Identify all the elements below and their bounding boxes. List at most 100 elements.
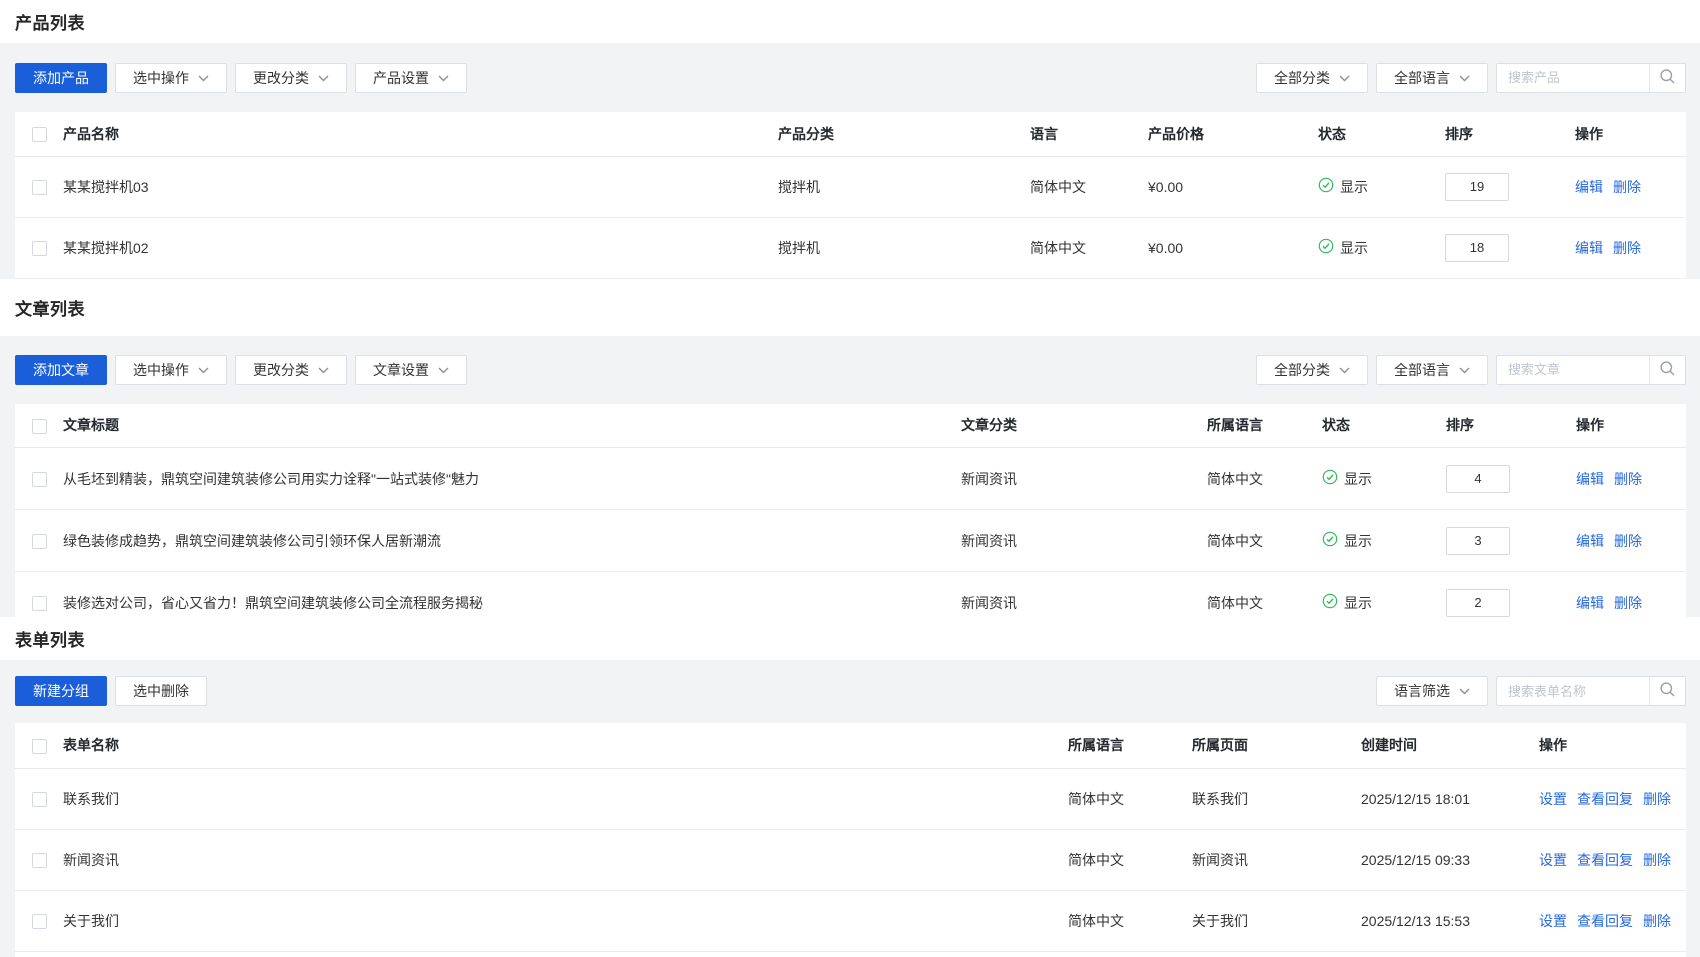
forms-filter-language-dropdown[interactable]: 语言筛选 (1376, 676, 1488, 706)
table-row: 绿色装修成趋势，鼎筑空间建筑装修公司引领环保人居新潮流 新闻资讯 简体中文 显示… (15, 510, 1686, 572)
edit-link[interactable]: 编辑 (1576, 595, 1604, 611)
articles-search (1496, 355, 1686, 385)
settings-link[interactable]: 设置 (1539, 791, 1567, 807)
delete-link[interactable]: 删除 (1613, 179, 1641, 195)
articles-settings-dropdown[interactable]: 文章设置 (355, 355, 467, 385)
delete-link[interactable]: 删除 (1643, 852, 1671, 868)
products-title: 产品列表 (15, 9, 85, 34)
delete-link[interactable]: 删除 (1643, 791, 1671, 807)
forms-toolbar: 新建分组 选中删除 语言筛选 (15, 660, 1686, 723)
row-checkbox[interactable] (32, 472, 47, 487)
form-language: 简体中文 (1060, 769, 1184, 830)
row-checkbox[interactable] (32, 792, 47, 807)
articles-section-header: 文章列表 (0, 279, 1700, 336)
products-batch-actions-dropdown[interactable]: 选中操作 (115, 63, 227, 93)
chevron-down-icon (318, 75, 329, 82)
status-badge: 显示 (1322, 531, 1372, 551)
articles-filter-category-dropdown[interactable]: 全部分类 (1256, 355, 1368, 385)
add-article-button[interactable]: 添加文章 (15, 355, 107, 385)
delete-link[interactable]: 删除 (1614, 595, 1642, 611)
sort-order-input[interactable] (1446, 589, 1510, 617)
sort-order-input[interactable] (1445, 173, 1509, 201)
article-category: 新闻资讯 (953, 572, 1199, 617)
view-replies-link[interactable]: 查看回复 (1577, 791, 1633, 807)
form-created-time: 2025/12/15 18:01 (1353, 769, 1531, 830)
select-all-checkbox[interactable] (32, 739, 47, 754)
articles-search-input[interactable] (1497, 362, 1649, 377)
products-toolbar-filters: 全部分类 全部语言 (1256, 63, 1686, 93)
delete-link[interactable]: 删除 (1614, 533, 1642, 549)
forms-search-button[interactable] (1649, 677, 1685, 705)
select-all-checkbox[interactable] (32, 127, 47, 142)
add-product-button[interactable]: 添加产品 (15, 63, 107, 93)
form-page: 新闻资讯 (1184, 830, 1353, 891)
products-filter-language-dropdown[interactable]: 全部语言 (1376, 63, 1488, 93)
row-checkbox[interactable] (32, 180, 47, 195)
delete-link[interactable]: 删除 (1614, 471, 1642, 487)
products-panel: 添加产品 选中操作 更改分类 产品设置 全部分类 全部语言 (0, 43, 1700, 279)
settings-link[interactable]: 设置 (1539, 852, 1567, 868)
chevron-down-icon (1339, 75, 1350, 82)
forms-table: 表单名称 所属语言 所属页面 创建时间 操作 联系我们 简体中文 联系我们 20… (15, 723, 1686, 957)
articles-batch-actions-dropdown[interactable]: 选中操作 (115, 355, 227, 385)
article-category: 新闻资讯 (953, 448, 1199, 510)
edit-link[interactable]: 编辑 (1576, 471, 1604, 487)
chevron-down-icon (198, 75, 209, 82)
row-checkbox[interactable] (32, 596, 47, 611)
article-language: 简体中文 (1199, 572, 1314, 617)
edit-link[interactable]: 编辑 (1575, 240, 1603, 256)
products-header-row: 产品名称 产品分类 语言 产品价格 状态 排序 操作 (15, 112, 1686, 156)
article-title: 从毛坯到精装，鼎筑空间建筑装修公司用实力诠释"一站式装修"魅力 (55, 448, 953, 510)
delete-link[interactable]: 删除 (1643, 913, 1671, 929)
check-circle-icon (1318, 177, 1334, 196)
select-all-checkbox[interactable] (32, 419, 47, 434)
product-price: ¥0.00 (1140, 217, 1310, 278)
article-title: 装修选对公司，省心又省力！鼎筑空间建筑装修公司全流程服务揭秘 (55, 572, 953, 617)
products-search-input[interactable] (1497, 70, 1649, 85)
article-language: 简体中文 (1199, 510, 1314, 572)
products-search-button[interactable] (1649, 64, 1685, 92)
forms-section-header: 表单列表 (0, 617, 1700, 660)
chevron-down-icon (1459, 367, 1470, 374)
articles-filter-language-dropdown[interactable]: 全部语言 (1376, 355, 1488, 385)
forms-header-row: 表单名称 所属语言 所属页面 创建时间 操作 (15, 723, 1686, 769)
products-search (1496, 63, 1686, 93)
sort-order-input[interactable] (1446, 527, 1510, 555)
delete-link[interactable]: 删除 (1613, 240, 1641, 256)
products-settings-dropdown[interactable]: 产品设置 (355, 63, 467, 93)
form-language: 简体中文 (1060, 891, 1184, 952)
article-language: 简体中文 (1199, 448, 1314, 510)
forms-search-input[interactable] (1497, 684, 1649, 699)
chevron-down-icon (1339, 367, 1350, 374)
forms-panel: 新建分组 选中删除 语言筛选 表单名称 所属语言 所属 (0, 660, 1700, 957)
edit-link[interactable]: 编辑 (1575, 179, 1603, 195)
articles-panel: 添加文章 选中操作 更改分类 文章设置 全部分类 全部语言 (0, 336, 1700, 617)
row-checkbox[interactable] (32, 534, 47, 549)
new-group-button[interactable]: 新建分组 (15, 676, 107, 706)
settings-link[interactable]: 设置 (1539, 913, 1567, 929)
articles-search-button[interactable] (1649, 356, 1685, 384)
row-checkbox[interactable] (32, 241, 47, 256)
view-replies-link[interactable]: 查看回复 (1577, 913, 1633, 929)
articles-change-category-dropdown[interactable]: 更改分类 (235, 355, 347, 385)
row-checkbox[interactable] (32, 914, 47, 929)
search-icon (1659, 681, 1676, 701)
forms-title: 表单列表 (15, 626, 85, 651)
row-checkbox[interactable] (32, 853, 47, 868)
edit-link[interactable]: 编辑 (1576, 533, 1604, 549)
product-language: 简体中文 (1022, 217, 1140, 278)
table-row: 装修选对公司，省心又省力！鼎筑空间建筑装修公司全流程服务揭秘 新闻资讯 简体中文… (15, 572, 1686, 617)
delete-selected-button[interactable]: 选中删除 (115, 676, 207, 706)
sort-order-input[interactable] (1445, 234, 1509, 262)
forms-toolbar-filters: 语言筛选 (1376, 676, 1686, 706)
products-filter-category-dropdown[interactable]: 全部分类 (1256, 63, 1368, 93)
product-category: 搅拌机 (770, 217, 1022, 278)
check-circle-icon (1322, 531, 1338, 550)
product-name: 某某搅拌机02 (55, 217, 770, 278)
products-change-category-dropdown[interactable]: 更改分类 (235, 63, 347, 93)
view-replies-link[interactable]: 查看回复 (1577, 852, 1633, 868)
status-badge: 显示 (1318, 238, 1368, 258)
form-page: 关于我们 (1184, 891, 1353, 952)
product-category: 搅拌机 (770, 156, 1022, 217)
sort-order-input[interactable] (1446, 465, 1510, 493)
